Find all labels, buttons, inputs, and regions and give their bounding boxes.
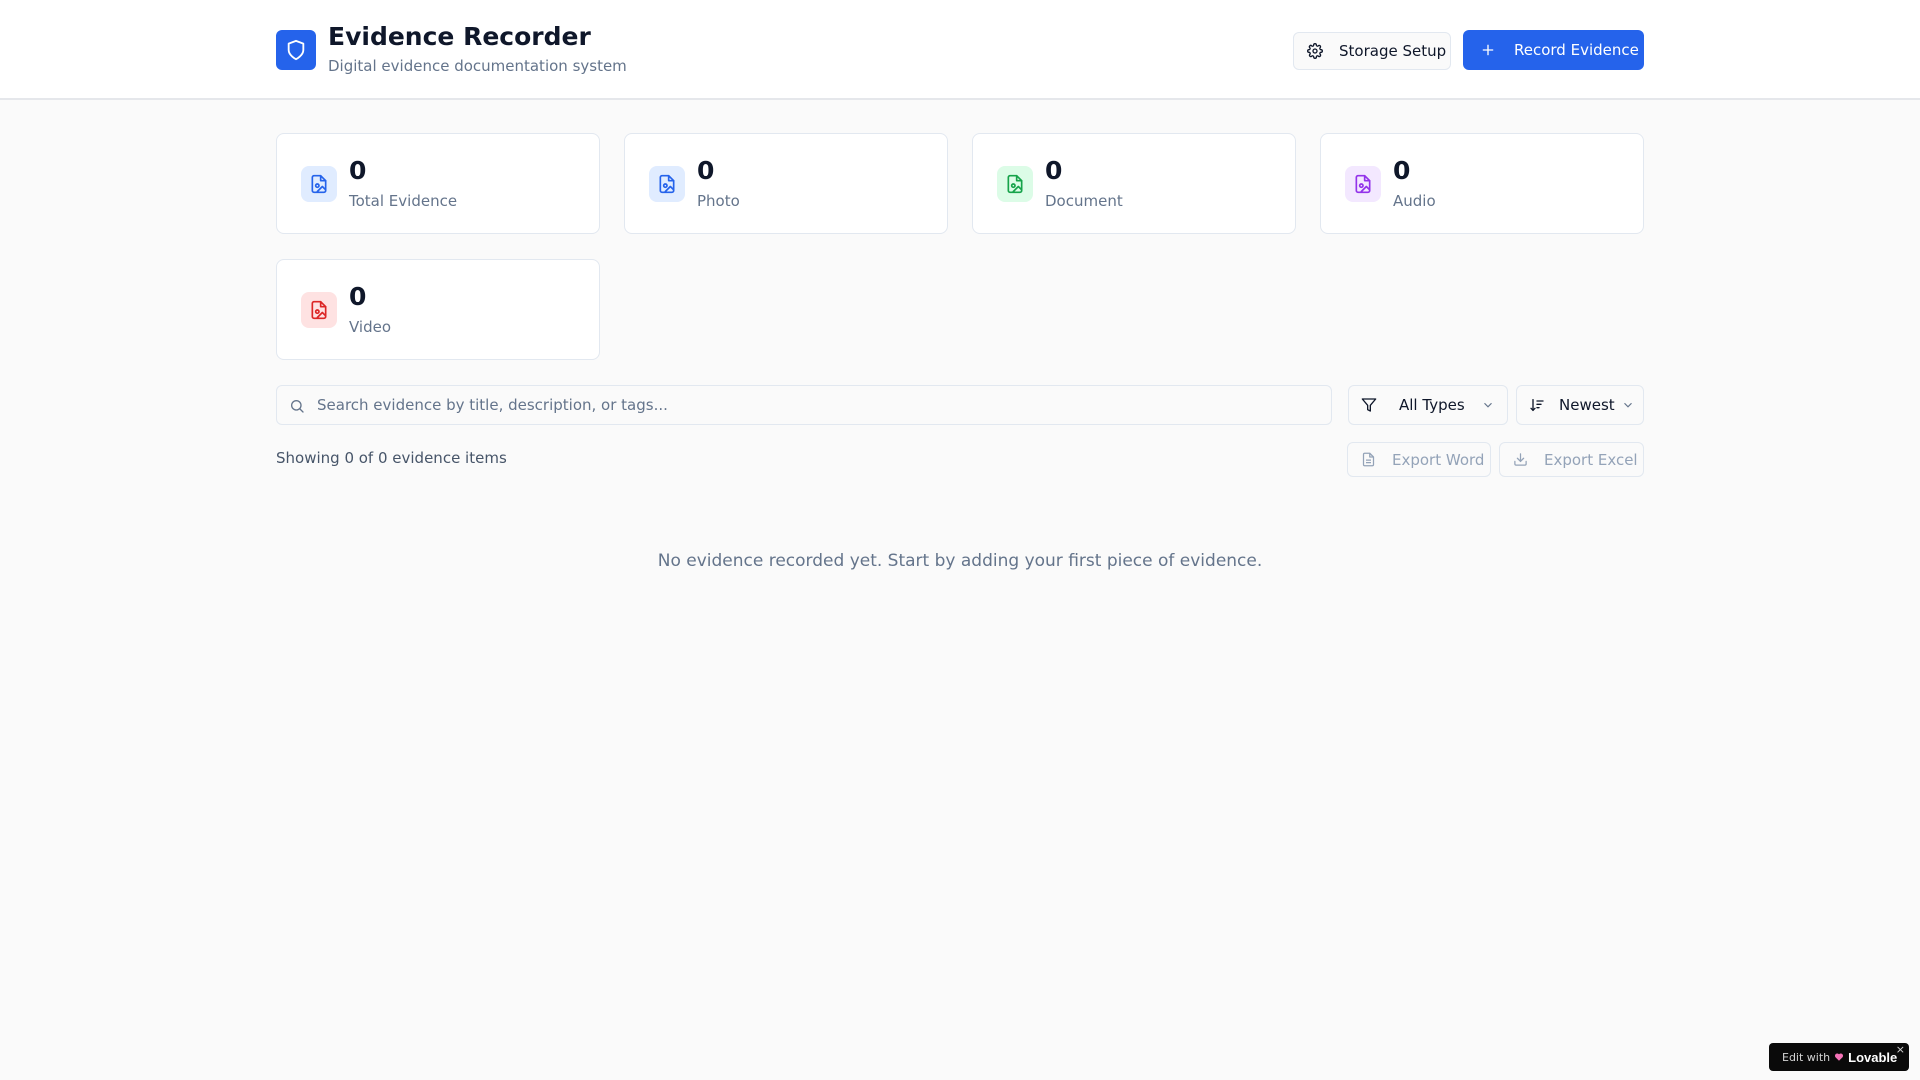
stat-label: Total Evidence — [349, 192, 458, 210]
empty-state-message: No evidence recorded yet. Start by addin… — [657, 551, 1263, 571]
export-excel-label: Export Excel — [1544, 450, 1638, 469]
chevron-down-icon — [1623, 402, 1632, 408]
record-evidence-button[interactable]: Record Evidence — [1463, 30, 1644, 70]
file-image-icon — [1007, 174, 1023, 194]
stat-icon-box — [649, 166, 685, 202]
stat-label: Audio — [1393, 192, 1436, 210]
stat-count: 0 — [1393, 156, 1411, 185]
export-word-button[interactable]: Export Word — [1347, 442, 1491, 477]
stat-card-document: 0 Document — [972, 133, 1296, 234]
shield-icon — [287, 39, 305, 61]
stat-label: Photo — [697, 192, 740, 210]
app-subtitle: Digital evidence documentation system — [328, 57, 627, 75]
sort-icon — [1530, 399, 1544, 412]
stat-icon-box — [997, 166, 1033, 202]
app-title: Evidence Recorder — [328, 22, 591, 51]
export-word-label: Export Word — [1392, 450, 1485, 469]
stat-icon-box — [301, 292, 337, 328]
export-excel-button[interactable]: Export Excel — [1499, 442, 1644, 477]
stat-count: 0 — [697, 156, 715, 185]
sort-select[interactable]: Newest — [1516, 385, 1644, 425]
download-icon — [1514, 453, 1527, 466]
stat-count: 0 — [349, 282, 367, 311]
storage-setup-button[interactable]: Storage Setup — [1293, 32, 1451, 70]
plus-icon — [1482, 44, 1494, 56]
stat-count: 0 — [1045, 156, 1063, 185]
stat-icon-box — [1345, 166, 1381, 202]
stat-icon-box — [301, 166, 337, 202]
app-header: Evidence Recorder Digital evidence docum… — [0, 0, 1920, 100]
record-evidence-label: Record Evidence — [1514, 41, 1639, 59]
search-field[interactable] — [276, 385, 1332, 425]
edit-with-lovable-badge[interactable]: Edit with Lovable × — [1769, 1043, 1909, 1071]
stat-label: Document — [1045, 192, 1123, 210]
filter-icon — [1361, 398, 1377, 412]
badge-edit-text: Edit with — [1782, 1050, 1831, 1064]
file-text-icon — [1362, 452, 1375, 467]
type-filter-select[interactable]: All Types — [1348, 385, 1508, 425]
gear-icon — [1307, 43, 1323, 59]
storage-setup-label: Storage Setup — [1339, 42, 1447, 60]
sort-value: Newest — [1559, 396, 1615, 414]
app-logo — [276, 30, 316, 70]
stat-label: Video — [349, 318, 392, 336]
badge-brand: Lovable — [1848, 1049, 1898, 1065]
stat-card-audio: 0 Audio — [1320, 133, 1644, 234]
heart-icon — [1835, 1053, 1844, 1061]
chevron-down-icon — [1483, 402, 1492, 408]
results-count: Showing 0 of 0 evidence items — [276, 449, 507, 467]
file-image-icon — [311, 300, 327, 320]
search-input[interactable] — [317, 386, 1317, 424]
stat-card-photo: 0 Photo — [624, 133, 948, 234]
file-image-icon — [659, 174, 675, 194]
search-icon — [291, 400, 304, 413]
file-image-icon — [1355, 174, 1371, 194]
type-filter-value: All Types — [1399, 396, 1465, 414]
stat-count: 0 — [349, 156, 367, 185]
close-icon[interactable]: × — [1896, 1043, 1905, 1056]
stat-card-video: 0 Video — [276, 259, 600, 360]
stat-card-total-evidence: 0 Total Evidence — [276, 133, 600, 234]
file-image-icon — [311, 174, 327, 194]
